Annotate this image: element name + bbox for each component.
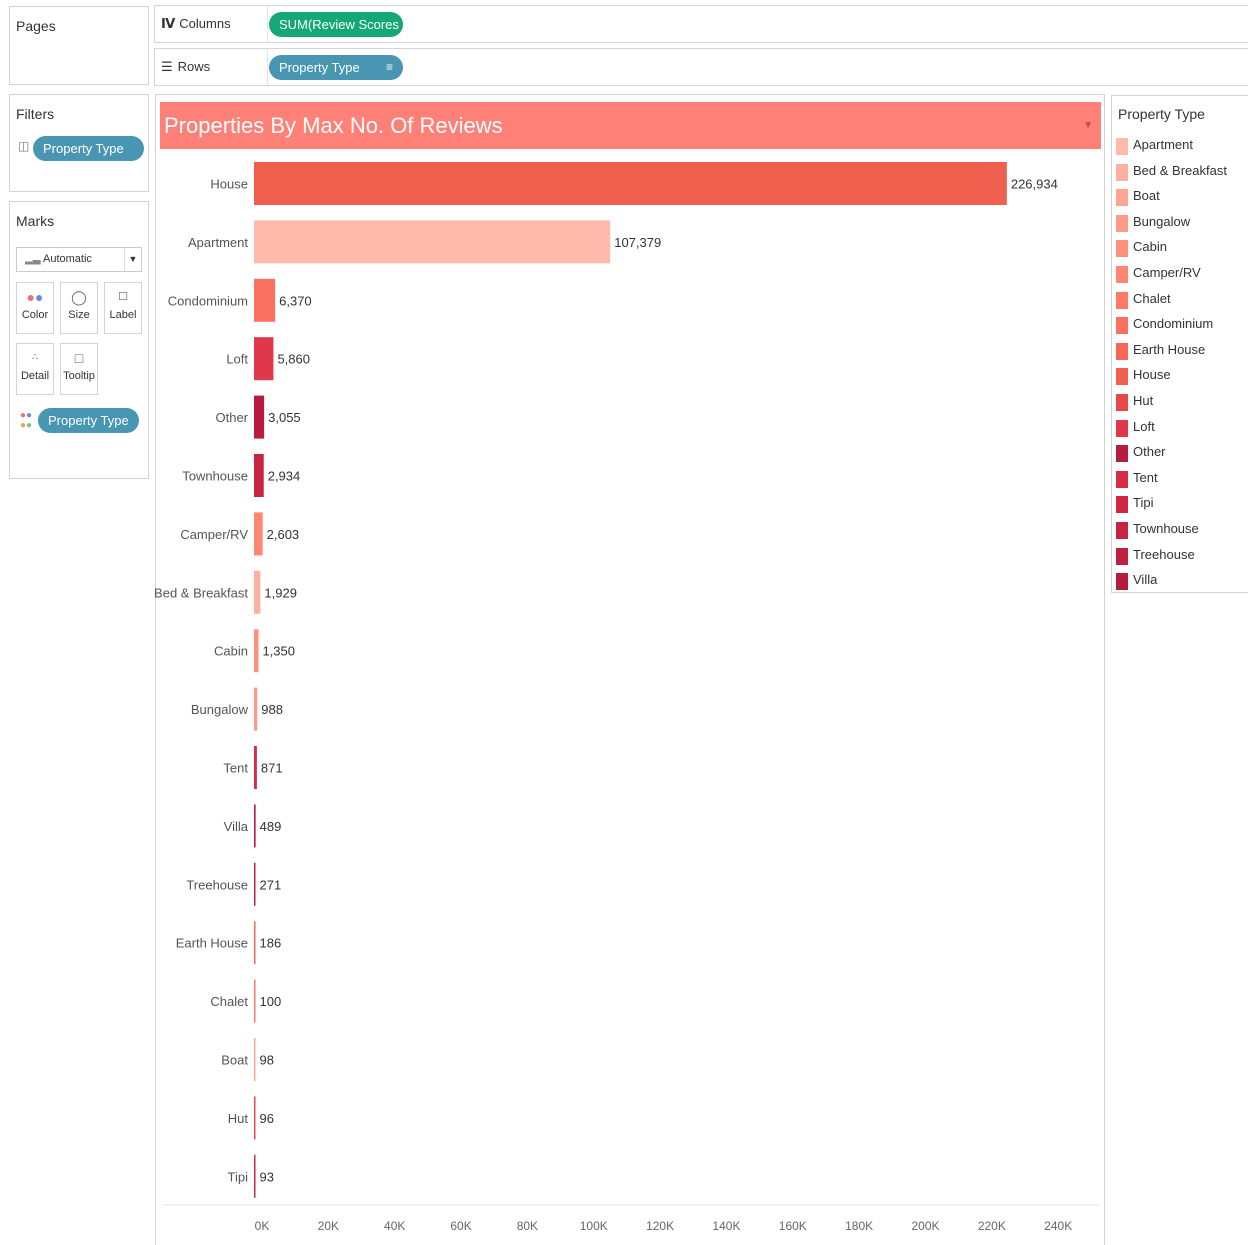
detail-button[interactable]: ∴ Detail bbox=[16, 343, 54, 395]
rows-pill[interactable]: Property Type ≡ bbox=[269, 55, 403, 80]
color-icon: ●● bbox=[26, 289, 44, 305]
color-button-label: Color bbox=[21, 309, 49, 321]
legend-swatch bbox=[1116, 163, 1128, 181]
legend-swatch bbox=[1116, 189, 1128, 207]
label-button-label: Label bbox=[109, 309, 137, 321]
rows-icon: ☰ bbox=[161, 59, 173, 74]
legend-swatch bbox=[1116, 368, 1128, 386]
legend-label: Hut bbox=[1133, 393, 1154, 408]
database-icon: ◫ bbox=[18, 139, 30, 153]
rows-label: ☰ Rows bbox=[161, 59, 211, 74]
color-button[interactable]: ●● Color bbox=[16, 282, 54, 334]
legend-label: Bed & Breakfast bbox=[1133, 162, 1227, 178]
legend-swatch bbox=[1116, 547, 1128, 565]
rows-divider bbox=[267, 49, 268, 85]
detail-icon: ∴ bbox=[31, 352, 39, 363]
legend-swatch bbox=[1116, 214, 1128, 232]
pages-title: Pages bbox=[16, 18, 56, 34]
tooltip-button-label: Tooltip bbox=[63, 370, 95, 382]
legend-label: Townhouse bbox=[1133, 521, 1199, 536]
legend-swatch bbox=[1116, 266, 1128, 283]
chart-title-text: Properties By Max No. Of Reviews bbox=[164, 113, 503, 138]
tooltip-icon: □ bbox=[74, 350, 84, 366]
legend-label: Earth House bbox=[1133, 341, 1206, 357]
legend-swatch bbox=[1116, 138, 1128, 155]
label-icon: ☐ bbox=[118, 291, 128, 303]
legend-label: Villa bbox=[1133, 572, 1158, 588]
legend-label: Tent bbox=[1133, 469, 1158, 485]
chart-title: Properties By Max No. Of Reviews ▼ bbox=[160, 102, 1101, 149]
detail-button-label: Detail bbox=[20, 370, 50, 382]
sort-icon[interactable]: ≡ bbox=[386, 55, 393, 80]
chart-area bbox=[155, 94, 1105, 1245]
columns-divider bbox=[267, 6, 268, 42]
label-button[interactable]: ☐ Label bbox=[104, 282, 142, 334]
columns-icon: Ⅳ bbox=[161, 16, 175, 31]
legend-panel: Property Type Apartment Bed & Breakfast Bo… bbox=[1111, 95, 1248, 593]
legend-swatch bbox=[1116, 394, 1128, 411]
pages-panel: Pages bbox=[9, 6, 149, 85]
legend-label: Tipi bbox=[1133, 495, 1154, 511]
legend-label: Cabin bbox=[1133, 239, 1167, 255]
legend-swatch bbox=[1116, 342, 1128, 360]
marks-panel: Marks bbox=[9, 201, 149, 479]
size-icon: ◯ bbox=[71, 289, 87, 305]
color-marks-icon: ●● ●● bbox=[20, 410, 33, 431]
tooltip-button[interactable]: □ Tooltip bbox=[60, 343, 98, 395]
color-pill-property-type[interactable]: Property Type bbox=[38, 408, 139, 433]
legend-swatch bbox=[1116, 445, 1128, 463]
legend-label: Condominium bbox=[1133, 316, 1214, 332]
legend-swatch bbox=[1116, 317, 1128, 335]
size-button-label: Size bbox=[68, 309, 90, 321]
legend-swatch bbox=[1116, 419, 1128, 437]
filter-pill-property-type[interactable]: Property Type bbox=[33, 136, 144, 161]
rows-pill-label: Property Type bbox=[279, 60, 360, 75]
legend-title: Property Type bbox=[1118, 106, 1205, 122]
legend-swatch bbox=[1116, 240, 1128, 258]
legend-swatch bbox=[1116, 470, 1128, 488]
chevron-down-icon[interactable]: ▼ bbox=[124, 248, 141, 271]
mark-type-dropdown[interactable]: ▂▃ Automatic ▼ bbox=[16, 247, 142, 272]
mark-type-label: Automatic bbox=[43, 253, 92, 265]
legend-swatch bbox=[1116, 573, 1128, 591]
legend-label: House bbox=[1133, 367, 1171, 383]
chevron-down-icon[interactable]: ▼ bbox=[1083, 102, 1093, 149]
legend-label: Bungalow bbox=[1133, 213, 1191, 229]
legend-label: Boat bbox=[1133, 188, 1160, 204]
columns-pill[interactable]: SUM(Review Scores .. bbox=[269, 12, 403, 37]
legend-label: Camper/RV bbox=[1133, 265, 1201, 280]
filters-title: Filters bbox=[16, 106, 55, 122]
legend-swatch bbox=[1116, 522, 1128, 539]
size-button[interactable]: ◯ Size bbox=[60, 282, 98, 334]
legend-swatch bbox=[1116, 291, 1128, 309]
legend-label: Chalet bbox=[1133, 290, 1171, 306]
legend-label: Treehouse bbox=[1133, 546, 1195, 562]
columns-label: Ⅳ Columns bbox=[161, 16, 231, 31]
marks-title: Marks bbox=[16, 213, 55, 229]
legend-label: Apartment bbox=[1133, 137, 1193, 152]
legend-label: Other bbox=[1133, 444, 1166, 460]
bar-chart-icon: ▂▃ bbox=[25, 254, 41, 265]
legend-label: Loft bbox=[1133, 418, 1155, 434]
legend-swatch bbox=[1116, 496, 1128, 514]
